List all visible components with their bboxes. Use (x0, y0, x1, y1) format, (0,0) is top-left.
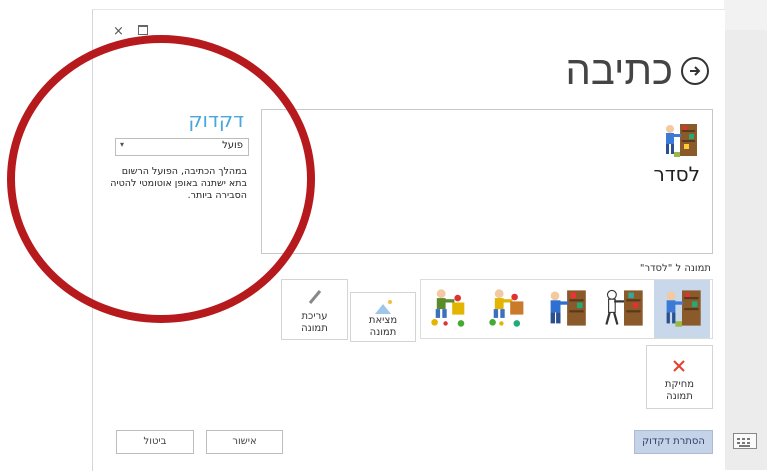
delete-picture-label: מחיקת תמונה (664, 379, 695, 402)
keyboard-icon[interactable] (733, 433, 757, 449)
picture-option[interactable] (422, 280, 478, 338)
dialog-header: כתיבה (565, 48, 709, 94)
delete-x-icon (673, 360, 685, 372)
circle-arrow-right-icon[interactable] (681, 57, 709, 85)
hide-grammar-button[interactable]: הסתרת דקדוק (634, 430, 713, 454)
person-arranging-shelf-icon (550, 290, 586, 326)
cancel-button[interactable]: ביטול (116, 430, 194, 454)
person-arranging-shelf-icon (666, 290, 701, 327)
grammar-description: במהלך הכתיבה, הפועל הרשום בתא ישתנה באופ… (110, 166, 247, 201)
picture-options-strip (420, 279, 713, 339)
restore-icon[interactable] (138, 25, 148, 35)
picture-option[interactable] (596, 280, 652, 338)
page-title: כתיבה (565, 48, 674, 94)
child-arranging-toys-icon (489, 289, 524, 327)
select-value: פועל (222, 140, 243, 151)
picture-option[interactable] (480, 280, 536, 338)
edit-picture-button[interactable]: עריכת תמונה (281, 279, 348, 340)
child-arranging-toys-icon (431, 289, 465, 327)
image-mountain-icon (375, 300, 392, 314)
close-icon[interactable]: × (113, 25, 124, 38)
right-rail-shade (724, 30, 767, 470)
picture-options-label: תמונה ל "לסדר" (639, 263, 711, 274)
picture-option[interactable] (654, 280, 710, 338)
chevron-down-icon: ▾ (120, 140, 125, 149)
ok-button[interactable]: אישור (206, 430, 283, 454)
delete-picture-button[interactable]: מחיקת תמונה (646, 345, 713, 409)
word-cell-preview: לסדר (261, 109, 713, 254)
top-strip (92, 0, 767, 9)
person-arranging-shelf-icon (666, 124, 697, 157)
find-picture-label: מציאת תמונה (368, 315, 398, 338)
grammar-title: דקדוק (188, 108, 244, 132)
find-picture-button[interactable]: מציאת תמונה (350, 292, 416, 342)
word-label: לסדר (653, 162, 700, 186)
pencil-icon (308, 290, 322, 304)
background-area (0, 0, 92, 470)
picture-option[interactable] (538, 280, 594, 338)
part-of-speech-select[interactable]: פועל ▾ (115, 138, 249, 156)
edit-picture-label: עריכת תמונה (301, 311, 328, 334)
person-arranging-shelf-icon (605, 289, 643, 326)
